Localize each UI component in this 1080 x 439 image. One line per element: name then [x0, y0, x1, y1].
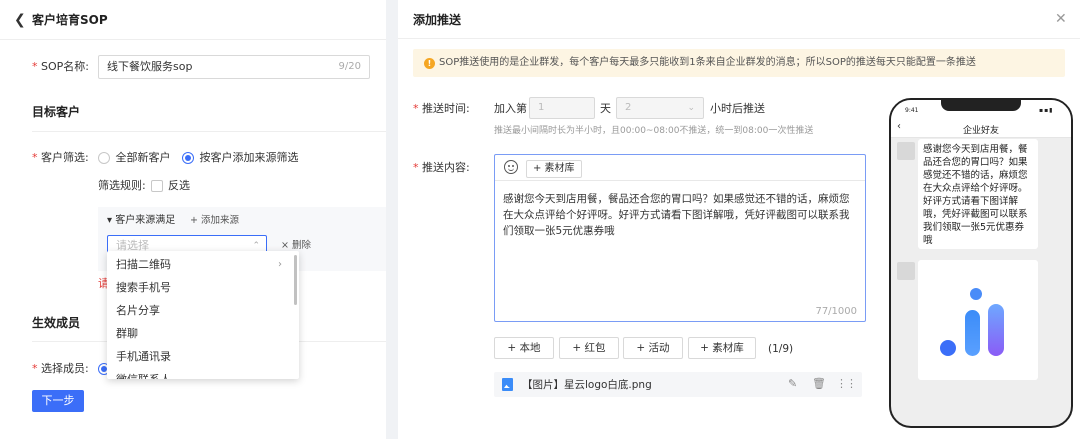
chevron-down-icon: ⌄ [687, 103, 695, 113]
sop-name-input[interactable]: 线下餐饮服务sop 9/20 [98, 55, 370, 79]
source-condition-heading[interactable]: ▾ 客户来源满足 [107, 213, 175, 229]
day-unit: 天 [600, 102, 611, 115]
required-mark: * [413, 102, 419, 115]
phone-time: 9:41 [905, 107, 919, 114]
attach-library-button[interactable]: + 素材库 [688, 337, 756, 359]
sop-name-label-text: SOP名称: [41, 60, 89, 73]
file-name: 【图片】星云logo白底.png [522, 379, 652, 391]
reverse-label[interactable]: 反选 [168, 178, 190, 194]
members-section-title: 生效成员 [32, 316, 81, 330]
filter-label-text: 客户筛选: [41, 151, 89, 164]
image-file-icon [502, 378, 513, 391]
push-time-prefix: 加入第 [494, 102, 527, 115]
dropdown-item[interactable]: 群聊 [107, 322, 293, 345]
edit-icon[interactable]: ✎ [788, 377, 797, 391]
radio-all-new[interactable] [98, 152, 110, 164]
signal-icon: ▪▪▮ [1039, 107, 1054, 114]
phone-nav-bar: 企业好友 ‹ [891, 120, 1071, 138]
close-icon[interactable]: ✕ [1055, 11, 1067, 27]
material-library-button[interactable]: + 素材库 [526, 160, 582, 178]
source-dropdown: 扫描二维码 › 搜索手机号 名片分享 群聊 手机通讯录 微信联系人 [107, 251, 299, 379]
chevron-right-icon: › [278, 259, 282, 270]
warning-icon: ! [424, 58, 435, 69]
sop-form-panel: ❮ 客户培育SOP * SOP名称: 线下餐饮服务sop 9/20 目标客户 *… [0, 0, 386, 439]
attach-local-button[interactable]: + 本地 [494, 337, 554, 359]
required-mark: * [32, 362, 38, 375]
logo-icon [940, 288, 1004, 356]
page-title: 客户培育SOP [32, 13, 108, 27]
push-content-label: * 推送内容: [413, 160, 470, 176]
attach-count: (1/9) [768, 343, 794, 355]
push-content-label-text: 推送内容: [422, 161, 470, 174]
notice-text: SOP推送使用的是企业群发，每个客户每天最多只能收到1条来自企业群发的消息；所以… [439, 57, 976, 68]
next-step-button[interactable]: 下一步 [32, 390, 84, 412]
reverse-checkbox[interactable] [151, 180, 163, 192]
day-input[interactable]: 1 [529, 97, 595, 119]
back-icon: ‹ [897, 121, 901, 132]
dropdown-item-label: 扫描二维码 [116, 258, 171, 271]
notice-banner: ! SOP推送使用的是企业群发，每个客户每天最多只能收到1条来自企业群发的消息；… [413, 49, 1065, 77]
add-source-button[interactable]: + 添加来源 [190, 213, 239, 229]
required-mark: * [32, 60, 38, 73]
filter-radio-group: 全部新客户 按客户添加来源筛选 [98, 150, 299, 166]
phone-status-bar: 9:41 ▪▪▮ [891, 100, 1071, 120]
radio-by-source-label[interactable]: 按客户添加来源筛选 [200, 151, 299, 164]
target-section-title: 目标客户 [32, 105, 81, 119]
hour-select-value: 2 [625, 102, 632, 113]
members-label: * 选择成员: [32, 361, 89, 377]
phone-preview: 9:41 ▪▪▮ 企业好友 ‹ 感谢您今天到店用餐，餐品还合您的胃口吗？如果感觉… [889, 98, 1073, 428]
push-time-hint: 推送最小间隔时长为半小时，且00:00~08:00不推送，统一到08:00一次性… [494, 126, 814, 136]
divider [398, 38, 1080, 39]
attach-activity-button[interactable]: + 活动 [623, 337, 683, 359]
radio-by-source[interactable] [182, 152, 194, 164]
left-header: ❮ 客户培育SOP [0, 0, 386, 40]
dropdown-item[interactable]: 扫描二维码 › [107, 253, 293, 276]
push-time-suffix: 小时后推送 [710, 102, 765, 115]
dropdown-scrollbar[interactable] [294, 255, 297, 305]
required-mark: * [413, 161, 419, 174]
smile-icon[interactable] [504, 160, 518, 174]
sop-name-label: * SOP名称: [32, 59, 89, 75]
radio-all-new-label[interactable]: 全部新客户 [116, 151, 171, 164]
phone-notch [941, 100, 1021, 111]
hour-select[interactable]: 2 ⌄ [616, 97, 704, 119]
modal-title: 添加推送 [413, 13, 462, 27]
push-time-label-text: 推送时间: [422, 102, 470, 115]
attach-redpacket-button[interactable]: + 红包 [559, 337, 619, 359]
avatar [897, 262, 915, 280]
message-text: 感谢您今天到店用餐，餐品还合您的胃口吗？如果感觉还不错的话，麻烦您在大众点评给个… [923, 144, 1028, 246]
delete-icon[interactable]: 🗑 [812, 377, 826, 391]
image-bubble [918, 260, 1038, 380]
members-label-text: 选择成员: [41, 362, 89, 375]
drag-handle-icon[interactable]: ⋮⋮ [836, 377, 857, 391]
rule-label: 筛选规则: [98, 179, 146, 192]
dropdown-item[interactable]: 搜索手机号 [107, 276, 293, 299]
message-bubble: 感谢您今天到店用餐，餐品还合您的胃口吗？如果感觉还不错的话，麻烦您在大众点评给个… [918, 139, 1038, 249]
filter-label: * 客户筛选: [32, 150, 89, 166]
dropdown-item[interactable]: 微信联系人 [107, 368, 293, 379]
dropdown-item[interactable]: 手机通讯录 [107, 345, 293, 368]
back-icon[interactable]: ❮ [14, 12, 28, 28]
divider [32, 131, 386, 132]
attached-file: 【图片】星云logo白底.png ✎ 🗑 ⋮⋮ [494, 372, 862, 397]
push-time-label: * 推送时间: [413, 101, 470, 117]
sop-name-value: 线下餐饮服务sop [107, 60, 193, 73]
add-push-modal: 添加推送 ✕ ! SOP推送使用的是企业群发，每个客户每天最多只能收到1条来自企… [398, 0, 1080, 439]
content-editor[interactable]: + 素材库 感谢您今天到店用餐，餐品还合您的胃口吗？如果感觉还不错的话，麻烦您在… [494, 154, 866, 322]
content-count: 77/1000 [815, 306, 857, 317]
avatar [897, 142, 915, 160]
content-text[interactable]: 感谢您今天到店用餐，餐品还合您的胃口吗？如果感觉还不错的话，麻烦您在大众点评给个… [503, 191, 859, 239]
required-mark: * [32, 151, 38, 164]
editor-toolbar: + 素材库 [495, 155, 865, 181]
sop-name-count: 9/20 [338, 61, 361, 72]
phone-chat-title: 企业好友 [962, 126, 999, 136]
dropdown-item[interactable]: 名片分享 [107, 299, 293, 322]
